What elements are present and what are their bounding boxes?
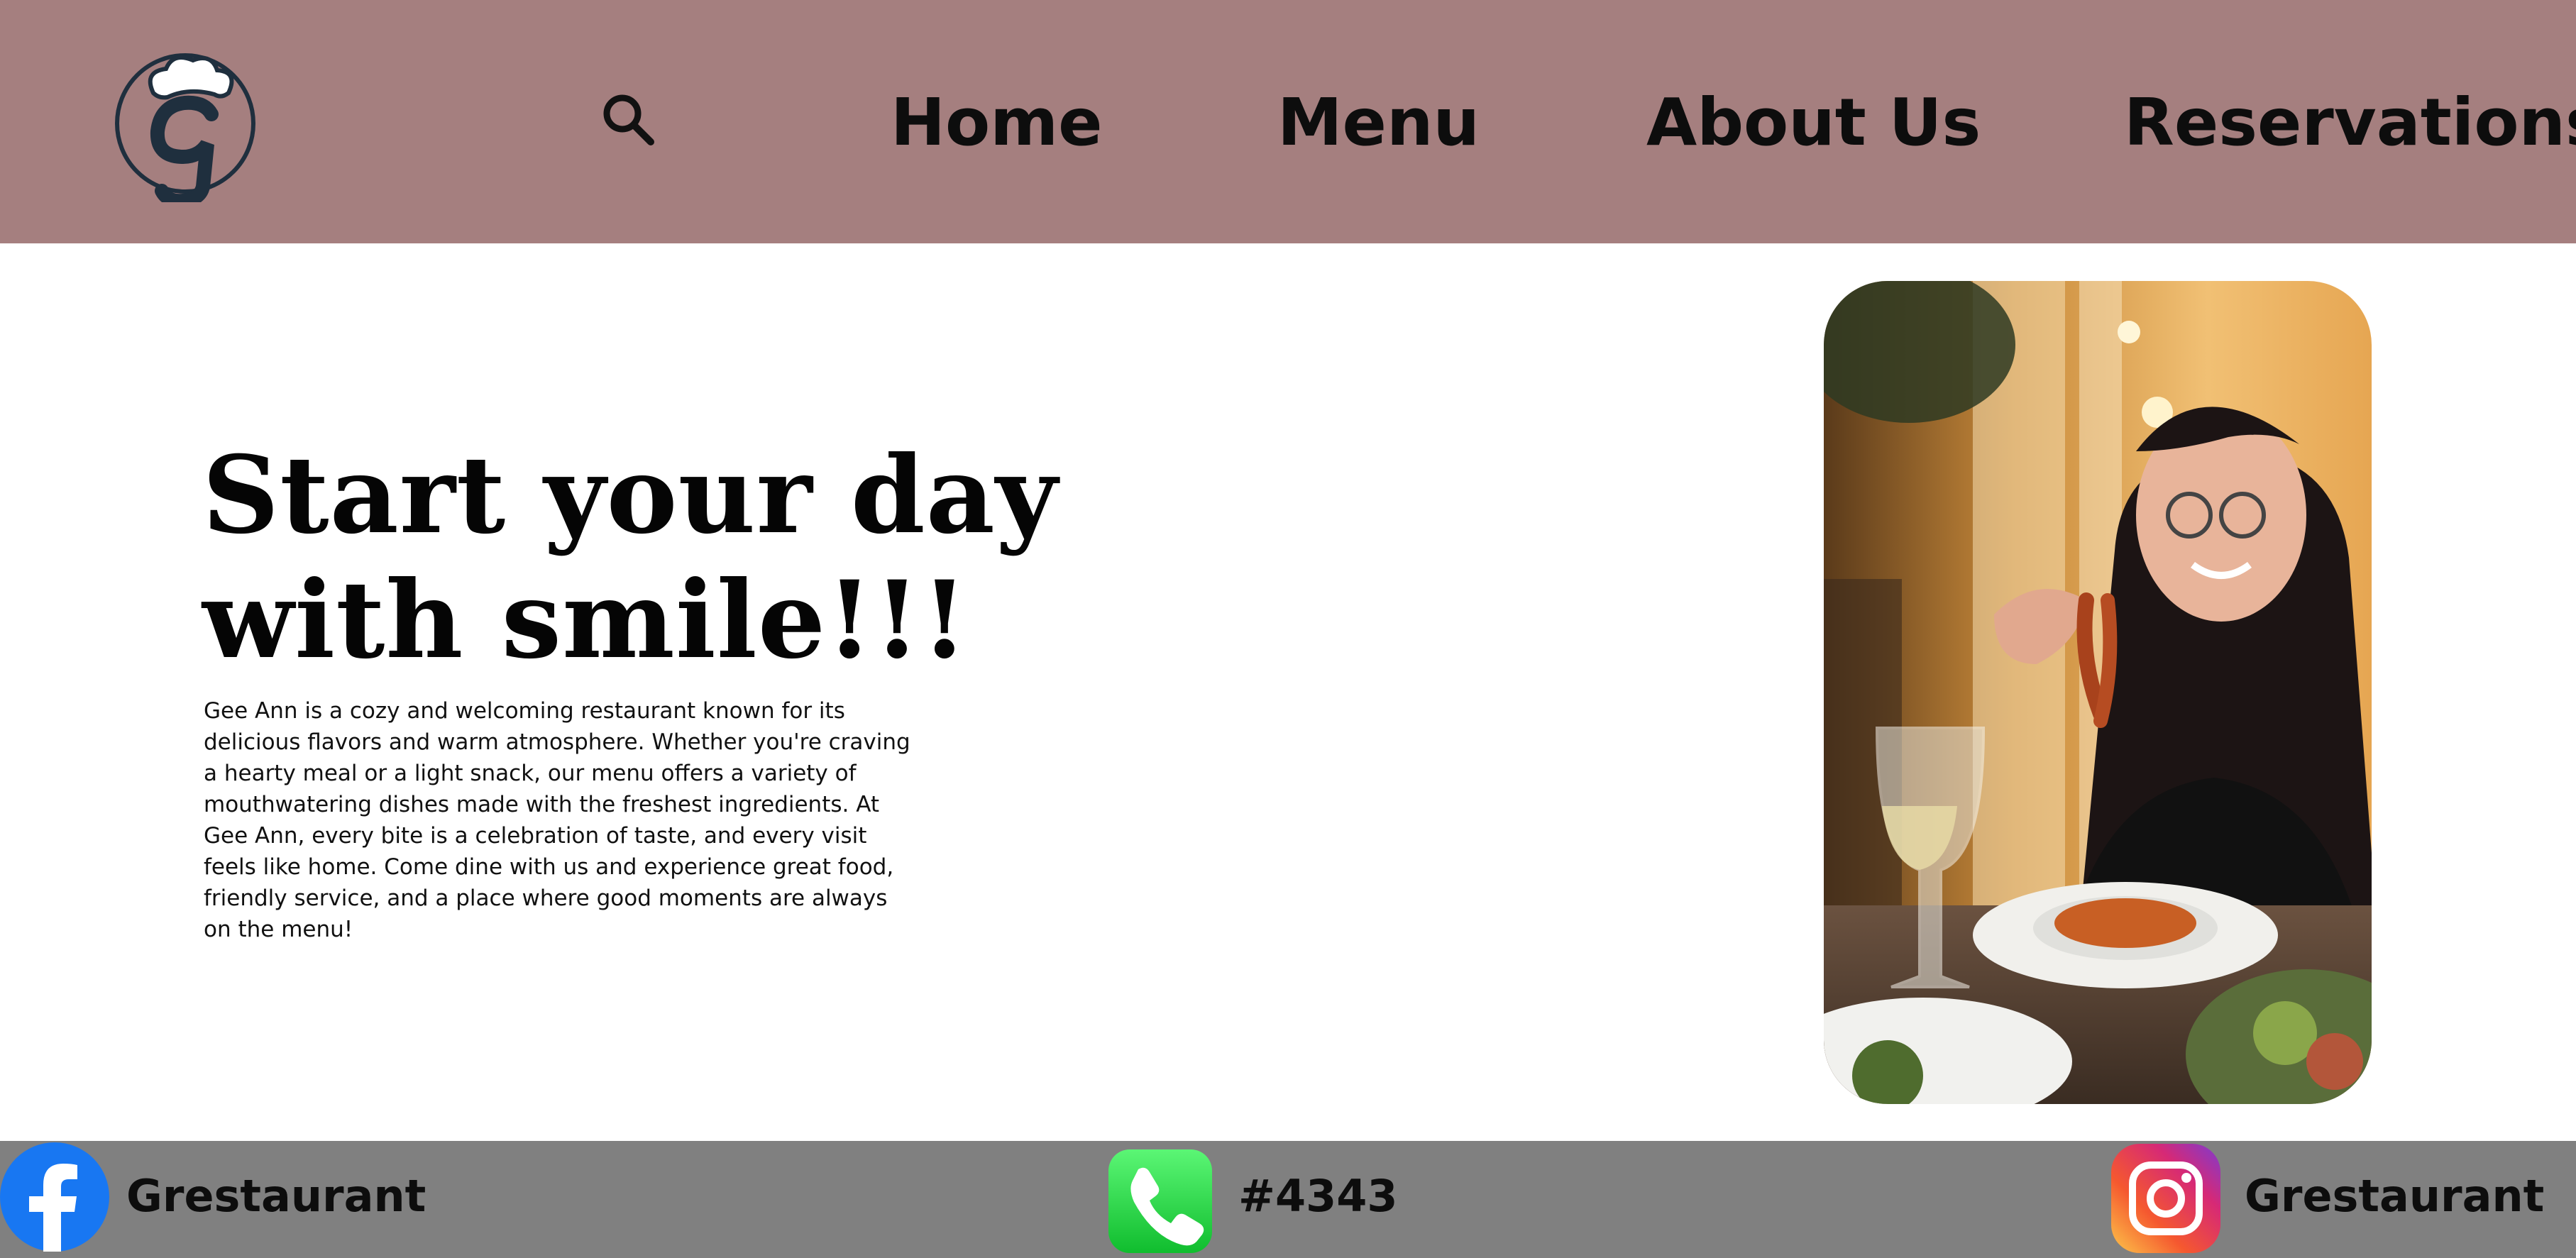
nav-reservations-link[interactable]: Reservations	[2124, 84, 2576, 162]
instagram-label[interactable]: Grestaurant	[2245, 1168, 2544, 1225]
instagram-icon[interactable]	[2111, 1144, 2220, 1253]
hero-title-line-2: with smile!!!	[202, 558, 969, 683]
facebook-icon[interactable]	[0, 1142, 109, 1252]
nav-home-link[interactable]: Home	[891, 84, 1102, 162]
woman-eating-pasta-photo	[1824, 281, 2372, 1104]
hero-title-line-1: Start your day	[202, 433, 1059, 558]
hero-title: Start your day with smile!!!	[202, 433, 1125, 683]
hero-description: Gee Ann is a cozy and welcoming restaura…	[204, 698, 910, 942]
hero-photo	[1824, 281, 2372, 1104]
header: Home Menu About Us Reservations	[0, 0, 2576, 243]
facebook-label[interactable]: Grestaurant	[126, 1168, 426, 1225]
phone-icon[interactable]	[1108, 1149, 1212, 1253]
nav-menu-link[interactable]: Menu	[1277, 84, 1480, 162]
nav-about-us-link[interactable]: About Us	[1646, 84, 1981, 162]
phone-number[interactable]: #4343	[1238, 1168, 1398, 1225]
footer: Grestaurant #4343 Grestaurant	[0, 1141, 2576, 1258]
search-icon[interactable]	[600, 91, 656, 148]
logo-icon[interactable]	[112, 45, 258, 202]
